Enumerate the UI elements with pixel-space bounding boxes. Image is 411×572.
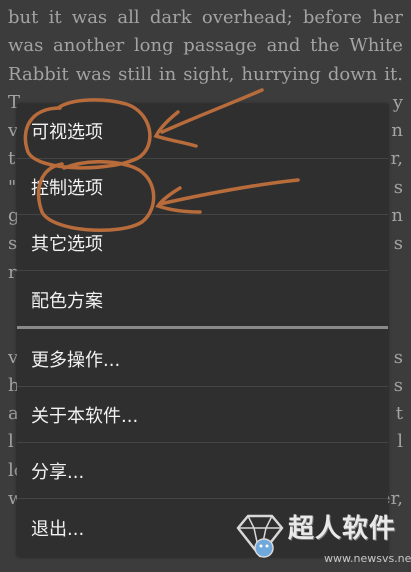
reader-word: the bbox=[310, 35, 340, 57]
reader-line: but it was all dark overhead; before her bbox=[8, 0, 403, 28]
watermark-diamond-logo-icon bbox=[236, 514, 284, 558]
reader-word: y bbox=[392, 91, 403, 113]
menu-item-label: 可视选项 bbox=[31, 122, 103, 143]
reader-word: s bbox=[393, 233, 403, 255]
reader-word: but bbox=[8, 7, 39, 28]
reader-word: her bbox=[372, 7, 403, 28]
reader-word: dark bbox=[149, 7, 192, 28]
reader-word: was bbox=[8, 35, 44, 57]
menu-item-label: 配色方案 bbox=[31, 290, 103, 312]
reader-word: t bbox=[8, 148, 16, 170]
watermark: 超人软件 www.newsvs.net bbox=[232, 508, 411, 570]
reader-word: and bbox=[266, 35, 301, 57]
reader-word: s bbox=[393, 346, 403, 368]
reader-word: passage bbox=[183, 35, 257, 57]
reader-word: in bbox=[158, 63, 177, 85]
menu-item-color-scheme[interactable]: 配色方案 bbox=[17, 272, 388, 327]
menu-item-label: 分享... bbox=[31, 462, 85, 483]
reader-word: Rabbit bbox=[8, 63, 69, 85]
menu-item-about[interactable]: 关于本软件... bbox=[17, 388, 388, 443]
reader-word: s bbox=[393, 374, 403, 396]
menu-item-label: 退出... bbox=[31, 518, 85, 540]
reader-word: t bbox=[395, 403, 403, 425]
reader-word: White bbox=[349, 35, 403, 57]
menu-item-label: 控制选项 bbox=[31, 178, 103, 199]
menu-item-label: 其它选项 bbox=[31, 234, 103, 255]
reader-word: all bbox=[117, 7, 140, 28]
reader-word: before bbox=[302, 7, 362, 28]
menu-item-label: 关于本软件... bbox=[31, 406, 139, 427]
reader-word: hurrying bbox=[241, 63, 321, 85]
reader-word: down bbox=[327, 63, 378, 85]
watermark-url: www.newsvs.net bbox=[324, 552, 411, 565]
reader-word: n bbox=[391, 205, 403, 227]
reader-word: still bbox=[118, 63, 152, 85]
menu-item-visual-options[interactable]: 可视选项 bbox=[17, 104, 388, 159]
reader-word: it bbox=[48, 7, 62, 28]
reader-word: sight, bbox=[183, 63, 235, 85]
menu-item-share[interactable]: 分享... bbox=[17, 444, 388, 499]
reader-word: was bbox=[71, 7, 108, 28]
menu-item-label: 更多操作... bbox=[31, 350, 121, 371]
reader-word: s bbox=[8, 233, 18, 255]
reader-word: s bbox=[393, 176, 403, 198]
reader-word: " bbox=[8, 176, 17, 198]
popup-menu: 可视选项 控制选项 其它选项 配色方案 更多操作... 关于本软件... 分享.… bbox=[17, 104, 388, 557]
reader-word: l bbox=[8, 431, 14, 453]
reader-line: Rabbit was still in sight, hurrying down it. bbox=[8, 57, 403, 85]
reader-word: r bbox=[8, 261, 17, 283]
menu-item-other-options[interactable]: 其它选项 bbox=[17, 216, 388, 271]
reader-word: long bbox=[133, 35, 174, 57]
reader-word: was bbox=[75, 63, 112, 85]
reader-word: n bbox=[391, 120, 403, 142]
menu-item-control-options[interactable]: 控制选项 bbox=[17, 160, 388, 215]
reader-word: overhead; bbox=[201, 7, 293, 28]
menu-divider bbox=[17, 326, 388, 329]
reader-word: it. bbox=[384, 63, 403, 85]
menu-item-more-actions[interactable]: 更多操作... bbox=[17, 332, 388, 387]
reader-line: was another long passage and the White bbox=[8, 28, 403, 56]
reader-word: another bbox=[53, 35, 125, 57]
watermark-brand: 超人软件 bbox=[288, 514, 397, 544]
reader-word: l bbox=[397, 431, 403, 453]
reader-word: r, bbox=[390, 148, 403, 170]
